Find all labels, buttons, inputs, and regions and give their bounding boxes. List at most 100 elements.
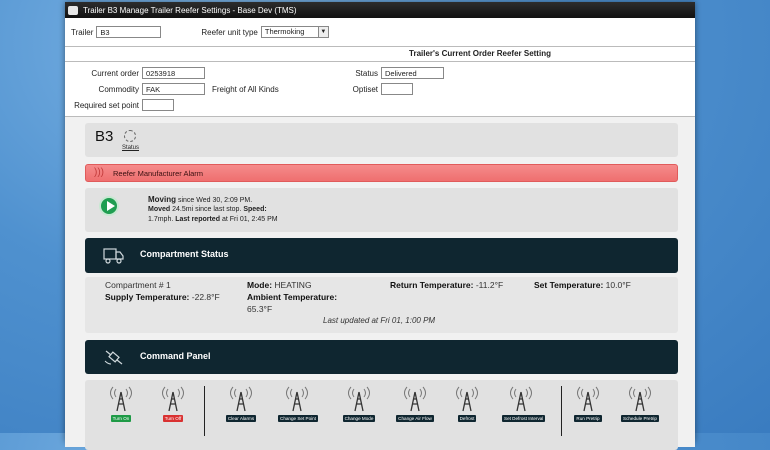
tower-icon: [404, 386, 426, 412]
play-icon[interactable]: [99, 196, 119, 216]
window-title: Trailer B3 Manage Trailer Reefer Setting…: [83, 5, 297, 15]
compartment-detail: Compartment # 1 Mode: HEATING Return Tem…: [85, 277, 678, 333]
change-air-flow-command[interactable]: Change Air Flow: [396, 386, 434, 422]
supply-temperature: Supply Temperature: -22.8°F: [105, 292, 220, 302]
speed-line: 1.7mph. Last reported at Fri 01, 2:45 PM: [148, 216, 278, 223]
compartment-status-title: Compartment Status: [140, 249, 229, 259]
turn-on-button[interactable]: Turn On: [110, 415, 132, 422]
trailer-field[interactable]: B3: [96, 26, 162, 38]
run-pretrip-button[interactable]: Run Pretrip: [574, 415, 602, 422]
current-order-label: Current order: [91, 68, 139, 78]
separator: [561, 386, 562, 436]
return-temperature: Return Temperature: -11.2°F: [390, 280, 503, 290]
optiset-field[interactable]: [381, 83, 413, 95]
change-mode-button[interactable]: Change Mode: [342, 415, 376, 422]
return-temperature-label: Return Temperature:: [390, 280, 474, 290]
run-pretrip-command[interactable]: Run Pretrip: [569, 386, 607, 422]
return-temperature-value: -11.2°F: [475, 280, 504, 290]
optiset-label: Optiset: [352, 84, 378, 94]
satellite-icon: [104, 350, 123, 365]
status-link[interactable]: Status: [122, 145, 139, 151]
turn-off-button[interactable]: Turn Off: [162, 415, 184, 422]
tower-icon: [286, 386, 308, 412]
clear-alarms-command[interactable]: Clear Alarms: [222, 386, 260, 422]
tower-icon: [348, 386, 370, 412]
trailer-name: B3: [95, 128, 114, 145]
set-temperature-label: Set Temperature:: [534, 280, 604, 290]
title-bar: Trailer B3 Manage Trailer Reefer Setting…: [65, 2, 695, 18]
set-defrost-interval-command[interactable]: Set Defrost Interval: [502, 386, 546, 422]
supply-temperature-value: -22.8°F: [191, 292, 220, 302]
set-temperature-value: 10.0°F: [605, 280, 631, 290]
supply-temperature-label: Supply Temperature:: [105, 292, 190, 302]
moved-text: 24.5mi since last stop.: [172, 206, 242, 213]
moving-since: since Wed 30, 2:09 PM.: [177, 197, 253, 204]
tower-icon: [456, 386, 478, 412]
section-title: Trailer's Current Order Reefer Setting: [65, 47, 695, 62]
last-reported-value: at Fri 01, 2:45 PM: [221, 216, 278, 223]
commodity-field[interactable]: FAK: [142, 83, 205, 95]
schedule-pretrip-command[interactable]: Schedule Pretrip: [621, 386, 659, 422]
separator: [204, 386, 205, 436]
command-panel[interactable]: Command Panel: [85, 340, 678, 374]
ambient-temperature-value: 65.3°F: [247, 304, 273, 314]
mode: Mode: HEATING: [247, 280, 312, 290]
mode-label: Mode:: [247, 280, 273, 290]
command-buttons: Turn On Turn Off Clear Alarms Change Set…: [85, 380, 678, 450]
reefer-content: B3 Status ))) Reefer Manufacturer Alarm …: [65, 117, 695, 450]
chevron-down-icon[interactable]: ▼: [317, 27, 328, 37]
defrost-button[interactable]: Defrost: [457, 415, 477, 422]
alarm-banner[interactable]: ))) Reefer Manufacturer Alarm: [85, 164, 678, 182]
set-defrost-interval-button[interactable]: Set Defrost Interval: [502, 415, 546, 422]
trailer-header-row: Trailer B3 Reefer unit type Thermoking ▼: [65, 18, 695, 47]
alarm-text: Reefer Manufacturer Alarm: [113, 169, 204, 178]
moved-label: Moved: [148, 206, 171, 213]
trailer-card: B3 Status: [85, 123, 678, 157]
last-reported-label: Last reported: [175, 216, 220, 223]
change-set-point-command[interactable]: Change Set Point: [278, 386, 319, 422]
speed-value: 1.7mph.: [148, 216, 174, 223]
reefer-unit-type-select[interactable]: Thermoking ▼: [260, 26, 329, 38]
reefer-unit-type-label: Reefer unit type: [201, 27, 258, 37]
current-order-field[interactable]: 0253918: [142, 67, 205, 79]
ambient-temperature: Ambient Temperature:: [247, 292, 337, 302]
turn-on-command[interactable]: Turn On: [102, 386, 140, 422]
compartment-status-panel[interactable]: Compartment Status: [85, 238, 678, 273]
change-set-point-button[interactable]: Change Set Point: [278, 415, 319, 422]
last-updated: Last updated at Fri 01, 1:00 PM: [323, 316, 436, 325]
loading-spinner-icon: [124, 130, 136, 142]
compartment-name: Compartment # 1: [105, 280, 171, 290]
truck-icon: [103, 248, 124, 264]
speed-label: Speed:: [243, 206, 267, 213]
app-icon: [68, 5, 78, 15]
change-air-flow-button[interactable]: Change Air Flow: [396, 415, 434, 422]
moving-line: Moving since Wed 30, 2:09 PM.: [148, 195, 252, 204]
order-settings: Current order 0253918 Commodity FAK Frei…: [65, 62, 695, 117]
required-set-point-label: Required set point: [74, 100, 139, 110]
app-window: Trailer B3 Manage Trailer Reefer Setting…: [65, 2, 695, 450]
tower-icon: [629, 386, 651, 412]
tower-icon: [510, 386, 532, 412]
commodity-label: Commodity: [98, 84, 139, 94]
moved-line: Moved 24.5mi since last stop. Speed:: [148, 206, 267, 213]
required-set-point-field[interactable]: [142, 99, 174, 111]
defrost-command[interactable]: Defrost: [448, 386, 486, 422]
mode-value: HEATING: [274, 280, 312, 290]
reefer-unit-type-value: Thermoking: [264, 27, 305, 36]
turn-off-command[interactable]: Turn Off: [154, 386, 192, 422]
moving-card: Moving since Wed 30, 2:09 PM. Moved 24.5…: [85, 188, 678, 232]
schedule-pretrip-button[interactable]: Schedule Pretrip: [621, 415, 659, 422]
change-mode-command[interactable]: Change Mode: [340, 386, 378, 422]
status-label: Status: [355, 68, 378, 78]
tower-icon: [577, 386, 599, 412]
trailer-label: Trailer: [71, 27, 94, 37]
command-panel-title: Command Panel: [140, 351, 211, 361]
ambient-temperature-label: Ambient Temperature:: [247, 292, 338, 302]
tower-icon: [230, 386, 252, 412]
clear-alarms-button[interactable]: Clear Alarms: [225, 415, 257, 422]
status-field[interactable]: Delivered: [381, 67, 444, 79]
tower-icon: [162, 386, 184, 412]
set-temperature: Set Temperature: 10.0°F: [534, 280, 631, 290]
commodity-description: Freight of All Kinds: [212, 84, 279, 94]
alarm-wave-icon: ))): [94, 167, 104, 178]
